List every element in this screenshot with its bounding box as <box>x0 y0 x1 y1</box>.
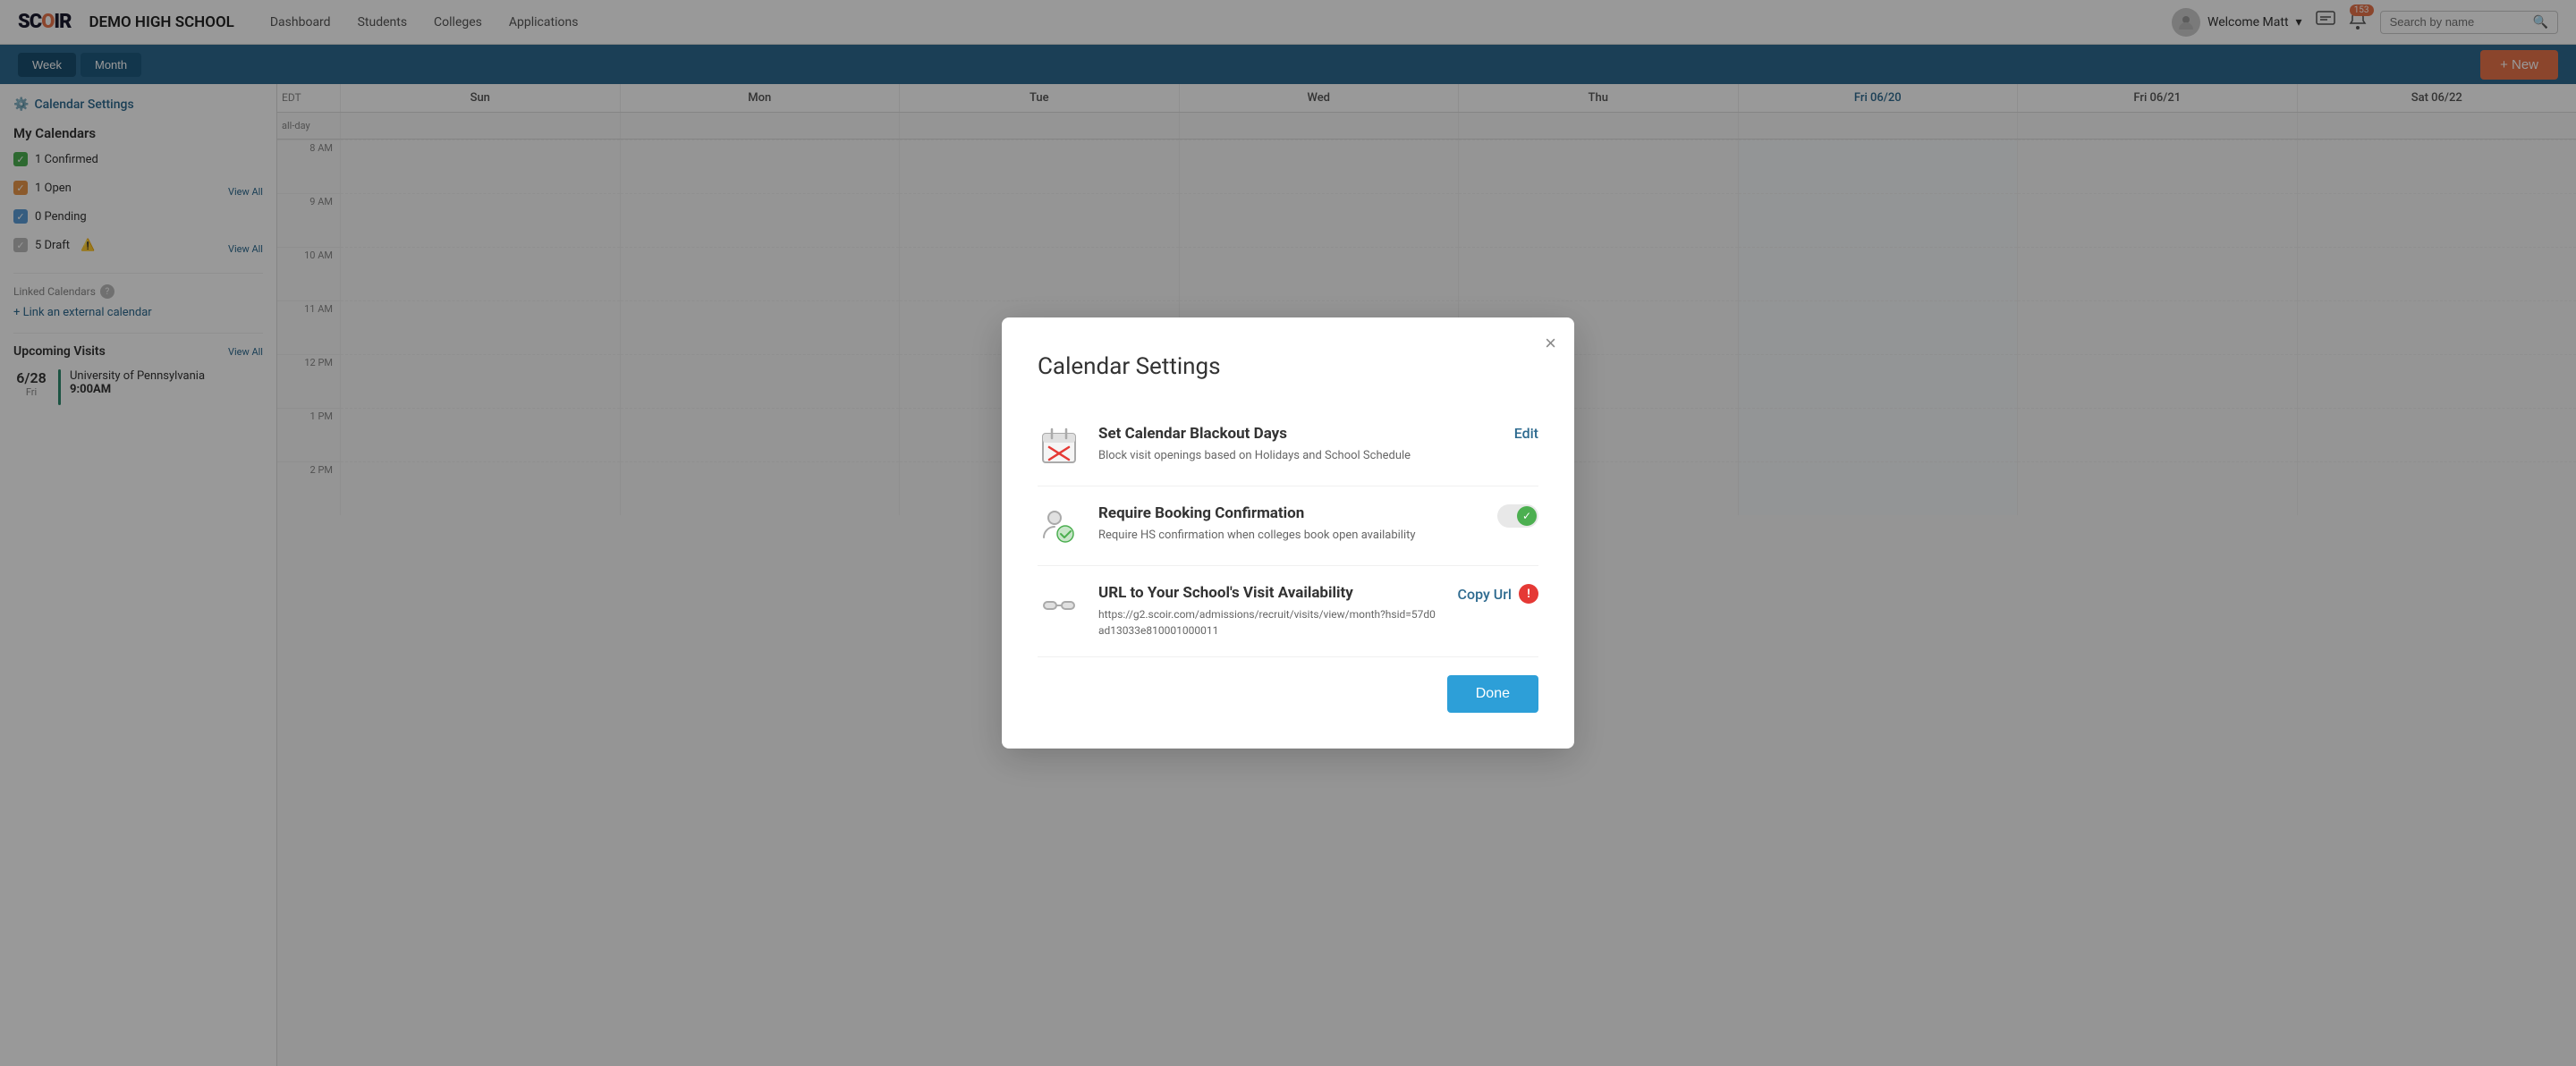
modal-close-button[interactable]: × <box>1545 334 1556 353</box>
booking-toggle[interactable]: ✓ <box>1497 504 1538 528</box>
toggle-track: ✓ <box>1497 504 1538 528</box>
url-content: URL to Your School's Visit Availability … <box>1098 584 1440 639</box>
url-action: Copy Url ! <box>1458 584 1538 604</box>
modal-footer: Done <box>1038 675 1538 713</box>
copy-url-button[interactable]: Copy Url <box>1458 586 1512 603</box>
blackout-action: Edit <box>1514 425 1538 442</box>
booking-action: ✓ <box>1497 504 1538 528</box>
booking-section: Require Booking Confirmation Require HS … <box>1038 486 1538 566</box>
blackout-icon <box>1038 425 1080 468</box>
blackout-title: Set Calendar Blackout Days <box>1098 425 1496 443</box>
url-warning-icon: ! <box>1519 584 1538 604</box>
blackout-content: Set Calendar Blackout Days Block visit o… <box>1098 425 1496 465</box>
toggle-thumb: ✓ <box>1517 506 1537 526</box>
blackout-section: Set Calendar Blackout Days Block visit o… <box>1038 407 1538 486</box>
url-section: URL to Your School's Visit Availability … <box>1038 566 1538 657</box>
booking-desc: Require HS confirmation when colleges bo… <box>1098 527 1479 545</box>
modal-overlay[interactable]: Calendar Settings × Set Calendar Blackou… <box>0 0 2576 1066</box>
calendar-settings-modal: Calendar Settings × Set Calendar Blackou… <box>1002 317 1574 749</box>
done-button[interactable]: Done <box>1447 675 1538 713</box>
booking-title: Require Booking Confirmation <box>1098 504 1479 522</box>
url-value: https://g2.scoir.com/admissions/recruit/… <box>1098 606 1440 639</box>
url-title: URL to Your School's Visit Availability <box>1098 584 1440 602</box>
blackout-desc: Block visit openings based on Holidays a… <box>1098 447 1496 465</box>
edit-blackout-link[interactable]: Edit <box>1514 425 1538 442</box>
modal-title: Calendar Settings <box>1038 353 1538 380</box>
url-icon <box>1038 584 1080 627</box>
booking-content: Require Booking Confirmation Require HS … <box>1098 504 1479 545</box>
booking-icon <box>1038 504 1080 547</box>
